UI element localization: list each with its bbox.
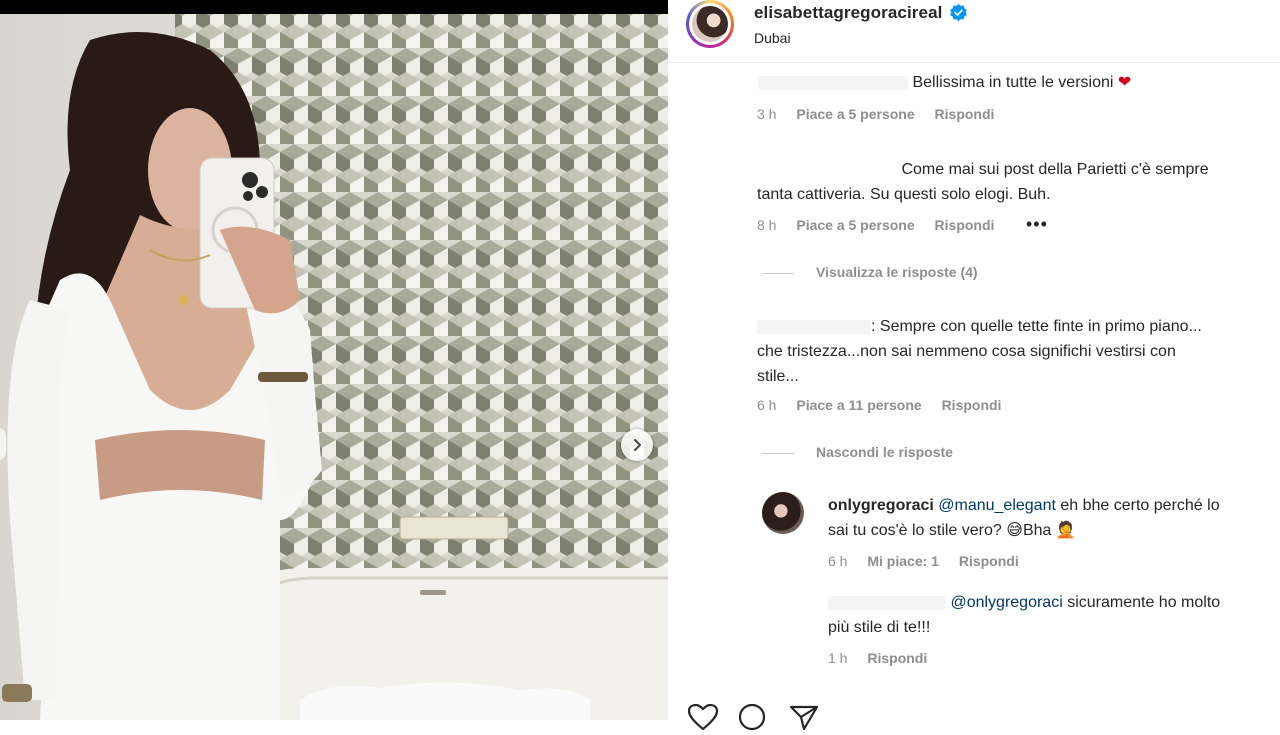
carousel-prev-button[interactable] [0, 428, 6, 460]
comment-icon[interactable] [738, 703, 768, 731]
post-header: elisabettagregoracireal Dubai [668, 0, 1280, 56]
reply-1: onlygregoraci @manu_elegant eh bhe certo… [828, 493, 1220, 543]
comment-3-text-line2: che tristezza...non sai nemmeno cosa sig… [757, 343, 1176, 360]
reply-1-reply-button[interactable]: Rispondi [959, 553, 1019, 569]
reply-avatar[interactable] [762, 492, 804, 534]
chevron-right-icon [634, 439, 641, 451]
more-options-icon[interactable]: ••• [1026, 214, 1048, 235]
carousel-next-button[interactable] [621, 429, 653, 461]
reply-1-meta: 6 h Mi piace: 1 Rispondi [828, 553, 1035, 569]
comment-1-username[interactable] [758, 75, 908, 90]
comment-1-likes[interactable]: Piace a 5 persone [796, 106, 914, 122]
replies-line [762, 272, 794, 274]
comments-panel: elisabettagregoracireal Dubai Bellissima… [668, 0, 1280, 731]
sweat-smile-emoji: 😅 [1006, 522, 1023, 539]
header-divider [668, 62, 1280, 63]
comment-2-text-line1: Come mai sui post della Parietti c'è sem… [901, 161, 1209, 178]
comment-3-username[interactable] [757, 319, 871, 334]
verified-badge-icon [950, 4, 967, 21]
comment-2-text-line2: tanta cattiveria. Su questi solo elogi. … [757, 186, 1051, 203]
comment-2-reply-button[interactable]: Rispondi [935, 217, 995, 233]
comment-1: Bellissima in tutte le versioni ❤ [758, 70, 1131, 95]
reply-1-text-line1: eh bhe certo perché lo [1055, 497, 1220, 514]
share-icon[interactable] [789, 704, 819, 731]
selfie-photo [0, 0, 668, 720]
comment-3-meta: 6 h Piace a 11 persone Rispondi [757, 397, 1017, 413]
post-photo [0, 0, 668, 720]
reply-1-text-tail: Bha [1022, 522, 1056, 539]
facepalm-emoji: 🤦 [1055, 522, 1076, 539]
reply-2-meta: 1 h Rispondi [828, 650, 943, 666]
reply-1-username[interactable]: onlygregoraci [828, 497, 934, 514]
reply-2: @onlygregoraci sicuramente ho molto più … [828, 590, 1220, 640]
comment-1-text: Bellissima in tutte le versioni [912, 74, 1114, 91]
reply-2-reply-button[interactable]: Rispondi [867, 650, 927, 666]
comment-3-text-line1: : Sempre con quelle tette finte in primo… [871, 318, 1202, 335]
comment-2-time: 8 h [757, 217, 777, 233]
comment-2-likes[interactable]: Piace a 5 persone [796, 217, 914, 233]
reply-2-time: 1 h [828, 650, 848, 666]
comment-3: : Sempre con quelle tette finte in primo… [757, 314, 1202, 389]
reply-1-text-line2: sai tu cos'è lo stile vero? [828, 522, 1007, 539]
comment-3-text-line3: stile... [757, 368, 799, 385]
reply-1-time: 6 h [828, 553, 848, 569]
comment-3-time: 6 h [757, 397, 777, 413]
comment-1-time: 3 h [757, 106, 777, 122]
reply-1-likes[interactable]: Mi piace: 1 [867, 553, 939, 569]
comment-2-meta: 8 h Piace a 5 persone Rispondi [757, 217, 1010, 233]
comment-1-meta: 3 h Piace a 5 persone Rispondi [757, 106, 1010, 122]
replies-line [762, 452, 794, 454]
reply-2-text-line2: più stile di te!!! [828, 619, 931, 636]
hide-replies-button[interactable]: Nascondi le risposte [762, 444, 953, 460]
author-username[interactable]: elisabettagregoracireal [754, 3, 942, 23]
comment-3-reply-button[interactable]: Rispondi [942, 397, 1002, 413]
comment-3-likes[interactable]: Piace a 11 persone [796, 397, 921, 413]
comment-2: Come mai sui post della Parietti c'è sem… [757, 157, 1209, 207]
author-avatar[interactable] [686, 0, 734, 48]
reply-1-mention[interactable]: @manu_elegant [938, 497, 1056, 514]
heart-icon[interactable] [687, 703, 719, 731]
view-replies-label: Visualizza le risposte (4) [816, 264, 978, 280]
red-heart-emoji: ❤ [1117, 74, 1132, 91]
post-location[interactable]: Dubai [754, 30, 791, 46]
reply-2-text-line1: sicuramente ho molto [1062, 594, 1221, 611]
reply-2-mention[interactable]: @onlygregoraci [950, 594, 1062, 611]
comment-1-reply-button[interactable]: Rispondi [935, 106, 995, 122]
reply-2-username[interactable] [828, 595, 946, 610]
view-replies-button[interactable]: Visualizza le risposte (4) [762, 264, 978, 280]
hide-replies-label: Nascondi le risposte [816, 444, 953, 460]
